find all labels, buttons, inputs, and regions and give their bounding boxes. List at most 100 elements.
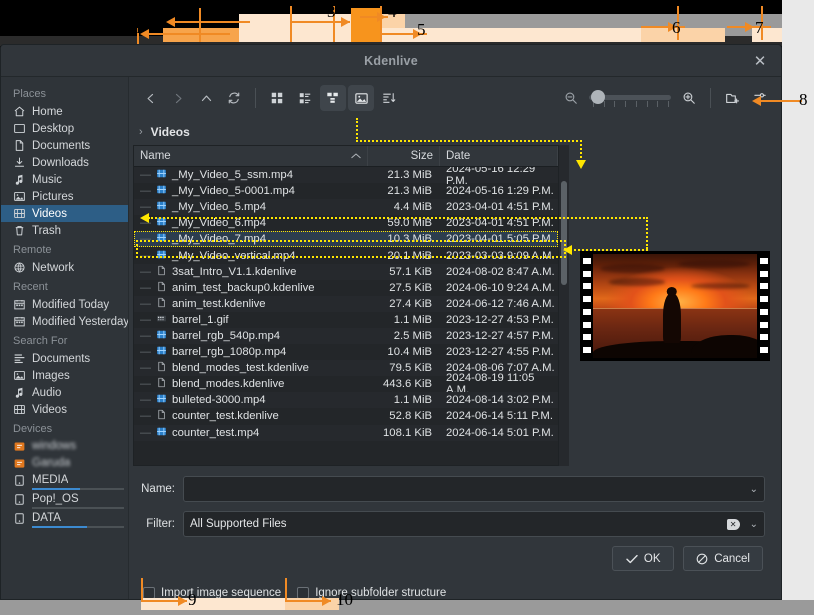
file-list-area: Name Size Date — _My_Video_5_ssm.mp4 21.3 … <box>129 145 781 466</box>
file-name-cell[interactable]: — _My_Video_5.mp4 <box>134 200 368 214</box>
new-folder-icon[interactable] <box>719 85 745 111</box>
sidebar-item-trash[interactable]: Trash <box>1 222 128 239</box>
table-row[interactable]: — 3sat_Intro_V1.1.kdenlive 57.1 KiB 2024-08… <box>134 263 558 280</box>
checkbox-box[interactable] <box>143 587 155 599</box>
file-list[interactable]: Name Size Date — _My_Video_5_ssm.mp4 21.3 … <box>133 145 559 466</box>
sidebar-device-windows[interactable]: windows <box>1 438 128 454</box>
sidebar-item-music[interactable]: Music <box>1 171 128 188</box>
tree-branch-icon: — <box>140 297 151 310</box>
options-icon[interactable] <box>747 85 773 111</box>
file-name-cell[interactable]: — 3sat_Intro_V1.1.kdenlive <box>134 265 368 279</box>
sort-icon[interactable] <box>376 85 402 111</box>
table-row[interactable]: — barrel_rgb_540p.mp4 2.5 MiB 2023-12-27 4:… <box>134 327 558 345</box>
filter-select[interactable]: All Supported Files ✕ ⌄ <box>183 511 765 537</box>
file-name-cell[interactable]: — anim_test.kdenlive <box>134 297 368 311</box>
file-size: 21.3 MiB <box>387 185 432 198</box>
zoom-in-icon[interactable] <box>676 85 702 111</box>
ignore-subfolder-structure-checkbox[interactable]: Ignore subfolder structure <box>297 587 446 599</box>
sidebar-item-label: Pictures <box>32 190 74 203</box>
file-name-cell[interactable]: — barrel_rgb_1080p.mp4 <box>134 345 368 359</box>
sidebar-item-label: Videos <box>32 207 67 220</box>
file-rows[interactable]: — _My_Video_5_ssm.mp4 21.3 MiB 2024-05-16 1… <box>134 167 558 465</box>
sidebar-device-media[interactable]: MEDIA <box>1 472 128 490</box>
preview-icon[interactable] <box>348 85 374 111</box>
ok-button[interactable]: OK <box>612 546 675 571</box>
sidebar-item-modified-today[interactable]: Modified Today <box>1 296 128 313</box>
tree-branch-icon: — <box>140 201 151 214</box>
file-name-cell[interactable]: — bulleted-3000.mp4 <box>134 393 368 407</box>
table-row[interactable]: — anim_test_backup0.kdenlive 27.5 KiB 2024-… <box>134 280 558 296</box>
table-row[interactable]: — _My_Video_7.mp4 10.3 MiB 2023-04-01 5:05 … <box>134 231 558 248</box>
file-name-cell[interactable]: — blend_modes.kdenlive <box>134 377 368 391</box>
column-header-name[interactable]: Name <box>134 146 368 166</box>
table-row[interactable]: — _My_Video_vertical.mp4 20.1 MiB 2023-03-0… <box>134 247 558 263</box>
sidebar-item-images[interactable]: Images <box>1 367 128 384</box>
scrollbar-thumb[interactable] <box>561 181 567 285</box>
chevron-down-icon[interactable]: ⌄ <box>744 484 758 495</box>
sidebar-item-modified-yesterday[interactable]: Modified Yesterday <box>1 313 128 330</box>
file-name-cell[interactable]: — counter_test.mp4 <box>134 426 368 440</box>
breadcrumb[interactable]: › Videos <box>129 119 781 145</box>
file-name-cell[interactable]: — blend_modes_test.kdenlive <box>134 361 368 375</box>
sidebar-item-videos[interactable]: Videos <box>1 401 128 418</box>
sidebar-item-documents[interactable]: Documents <box>1 350 128 367</box>
file-name-cell[interactable]: — _My_Video_vertical.mp4 <box>134 249 368 263</box>
filter-value[interactable]: All Supported Files <box>190 518 727 530</box>
zoom-slider-knob[interactable] <box>591 90 605 104</box>
places-sidebar[interactable]: Places Home Desktop Documents Downloads Music… <box>1 77 129 599</box>
column-header-size[interactable]: Size <box>368 146 440 166</box>
forward-icon[interactable] <box>165 85 191 111</box>
compact-view-icon[interactable] <box>292 85 318 111</box>
file-name-cell[interactable]: — _My_Video_6.mp4 <box>134 216 368 230</box>
table-row[interactable]: — blend_modes.kdenlive 443.6 KiB 2024-08-19… <box>134 372 558 396</box>
zoom-control[interactable] <box>558 85 702 111</box>
sidebar-item-network[interactable]: Network <box>1 259 128 276</box>
close-icon[interactable]: ✕ <box>749 50 771 72</box>
details-view-icon[interactable] <box>320 85 346 111</box>
file-name-cell[interactable]: — _My_Video_7.mp4 <box>134 232 368 246</box>
table-row[interactable]: — _My_Video_5_ssm.mp4 21.3 MiB 2024-05-16 1… <box>134 167 558 187</box>
sidebar-item-audio[interactable]: Audio <box>1 384 128 401</box>
sidebar-device-garuda[interactable]: Garuda <box>1 455 128 471</box>
column-header-date[interactable]: Date <box>440 146 558 166</box>
breadcrumb-path[interactable]: Videos <box>151 125 190 139</box>
table-row[interactable]: — counter_test.mp4 108.1 KiB 2024-06-14 5:0… <box>134 424 558 441</box>
table-row[interactable]: — _My_Video_5-0001.mp4 21.3 MiB 2024-05-16 … <box>134 183 558 199</box>
sidebar-item-desktop[interactable]: Desktop <box>1 120 128 137</box>
up-icon[interactable] <box>193 85 219 111</box>
table-row[interactable]: — anim_test.kdenlive 27.4 KiB 2024-06-12 7:… <box>134 295 558 312</box>
back-icon[interactable] <box>137 85 163 111</box>
table-row[interactable]: — bulleted-3000.mp4 1.1 MiB 2024-08-14 3:02… <box>134 392 558 409</box>
table-row[interactable]: — barrel_1.gif 1.1 MiB 2023-12-27 4:53 P.M. <box>134 312 558 328</box>
file-name-cell[interactable]: — _My_Video_5-0001.mp4 <box>134 184 368 198</box>
table-row[interactable]: — _My_Video_5.mp4 4.4 MiB 2023-04-01 4:51 P… <box>134 199 558 216</box>
clear-icon[interactable]: ✕ <box>726 518 740 530</box>
zoom-slider[interactable] <box>589 88 671 108</box>
reload-icon[interactable] <box>221 85 247 111</box>
checkbox-box[interactable] <box>297 587 310 599</box>
zoom-out-icon[interactable] <box>558 85 584 111</box>
sidebar-item-downloads[interactable]: Downloads <box>1 154 128 171</box>
sidebar-item-documents[interactable]: Documents <box>1 137 128 154</box>
sidebar-item-videos[interactable]: Videos <box>1 205 128 222</box>
table-row[interactable]: — _My_Video_6.mp4 59.0 MiB 2023-04-01 4:51 … <box>134 215 558 231</box>
cancel-button[interactable]: Cancel <box>683 546 763 571</box>
name-input[interactable]: ⌄ <box>183 476 765 502</box>
file-name-cell[interactable]: — _My_Video_5_ssm.mp4 <box>134 168 368 182</box>
dialog-checkboxes: Import image sequence Ignore subfolder s… <box>135 571 765 599</box>
file-icon <box>156 265 167 279</box>
chevron-down-icon[interactable]: ⌄ <box>744 519 758 530</box>
sidebar-device-pop-os[interactable]: Pop!_OS <box>1 491 128 509</box>
file-name-cell[interactable]: — barrel_1.gif <box>134 313 368 327</box>
file-list-scrollbar[interactable] <box>559 145 569 466</box>
sidebar-item-pictures[interactable]: Pictures <box>1 188 128 205</box>
file-name-cell[interactable]: — counter_test.kdenlive <box>134 409 368 423</box>
import-image-sequence-checkbox[interactable]: Import image sequence <box>143 587 281 599</box>
file-name-cell[interactable]: — barrel_rgb_540p.mp4 <box>134 329 368 343</box>
icons-view-icon[interactable] <box>264 85 290 111</box>
table-row[interactable]: — counter_test.kdenlive 52.8 KiB 2024-06-14… <box>134 408 558 424</box>
sidebar-device-data[interactable]: DATA <box>1 510 128 528</box>
sidebar-item-home[interactable]: Home <box>1 103 128 120</box>
file-name-cell[interactable]: — anim_test_backup0.kdenlive <box>134 281 368 295</box>
table-row[interactable]: — barrel_rgb_1080p.mp4 10.4 MiB 2023-12-27 … <box>134 344 558 360</box>
